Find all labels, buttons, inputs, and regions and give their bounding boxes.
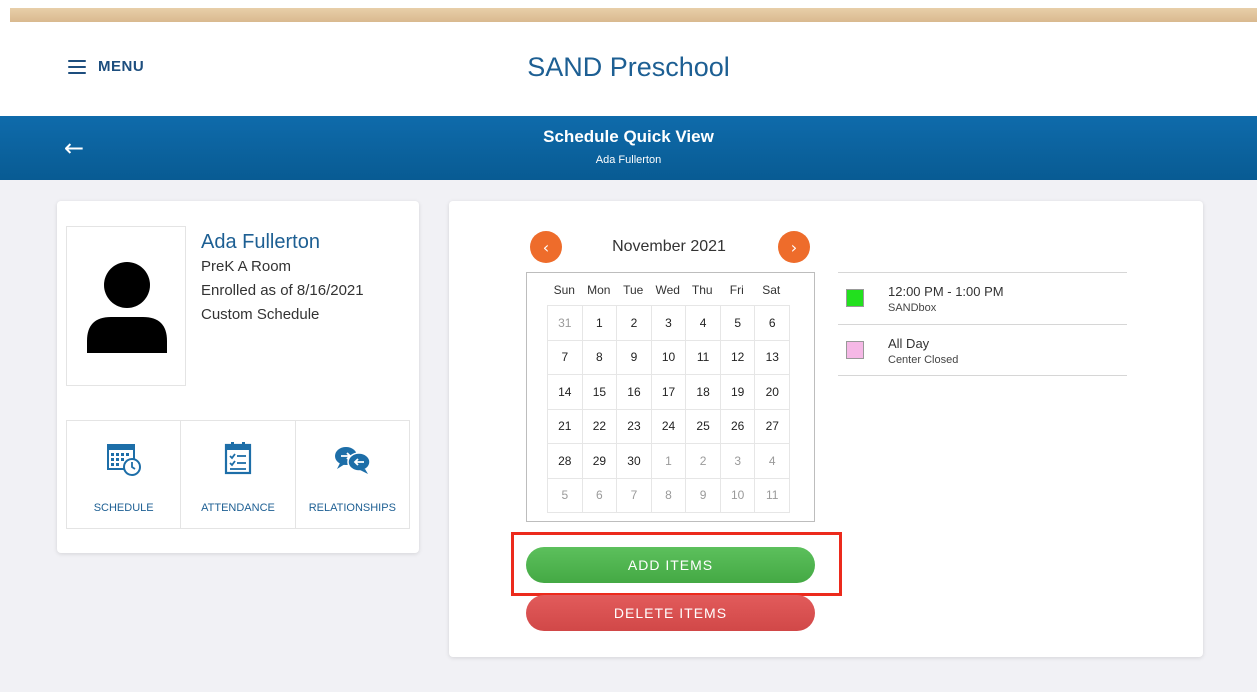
calendar-day[interactable]: 7	[617, 478, 652, 513]
tile-schedule[interactable]: SCHEDULE	[67, 421, 182, 528]
tile-attendance-label: ATTENDANCE	[201, 502, 275, 514]
calendar-day[interactable]: 30	[617, 444, 652, 479]
calendar-day[interactable]: 2	[617, 306, 652, 341]
calendar-day[interactable]: 13	[755, 340, 791, 375]
calendar-day[interactable]: 31	[548, 306, 583, 341]
calendar-day[interactable]: 11	[686, 340, 721, 375]
next-month-button[interactable]: ›	[778, 231, 810, 263]
calendar-day[interactable]: 10	[720, 478, 756, 513]
calendar-day[interactable]: 6	[755, 306, 791, 341]
calendar-day[interactable]: 3	[720, 444, 756, 479]
calendar-week: 7 8 9 10 11 12 13	[548, 340, 791, 375]
weekday-label: Sun	[553, 283, 575, 297]
profile-room: PreK A Room	[201, 258, 292, 275]
calendar-day[interactable]: 1	[651, 444, 687, 479]
calendar-day[interactable]: 20	[755, 375, 791, 410]
legend-time: 12:00 PM - 1:00 PM	[888, 284, 1004, 299]
calendar-day[interactable]: 4	[686, 306, 721, 341]
calendar-grid: 31 1 2 3 4 5 6 7 8 9 10 11 12 13 14 15 16 17 18 19 20 21 22 23 2…	[547, 305, 791, 513]
weekday-label: Fri	[729, 283, 744, 297]
checklist-icon	[224, 442, 252, 475]
calendar-week: 5 6 7 8 9 10 11	[548, 478, 791, 513]
calendar-day[interactable]: 11	[755, 478, 791, 513]
calendar-clock-icon	[106, 444, 141, 476]
legend-time: All Day	[888, 336, 930, 351]
calendar-day[interactable]: 5	[548, 478, 583, 513]
page-subtitle: Ada Fullerton	[595, 154, 662, 166]
calendar-day[interactable]: 22	[582, 409, 618, 444]
calendar-day[interactable]: 16	[617, 375, 652, 410]
legend-swatch	[846, 341, 864, 359]
month-label: November 2021	[612, 238, 726, 255]
prev-month-button[interactable]: ‹	[530, 231, 562, 263]
title-bar: ← Schedule Quick View Ada Fullerton	[0, 116, 1257, 180]
calendar-day[interactable]: 21	[548, 409, 583, 444]
calendar-day[interactable]: 3	[651, 306, 687, 341]
calendar-day[interactable]: 1	[582, 306, 618, 341]
calendar-day[interactable]: 9	[617, 340, 652, 375]
weekday-label: Tue	[623, 283, 644, 297]
brand-title: SAND Preschool	[527, 52, 730, 82]
chevron-left-icon: ‹	[542, 237, 550, 257]
calendar-day[interactable]: 7	[548, 340, 583, 375]
calendar-day[interactable]: 8	[651, 478, 687, 513]
page-title: Schedule Quick View	[543, 127, 714, 146]
browser-top-strip	[0, 0, 1257, 24]
legend-label: Center Closed	[888, 354, 959, 366]
profile-schedule-type: Custom Schedule	[201, 306, 320, 323]
legend-label: SANDbox	[888, 302, 937, 314]
calendar-day[interactable]: 17	[651, 375, 687, 410]
calendar-week: 21 22 23 24 25 26 27	[548, 409, 791, 444]
calendar-day[interactable]: 18	[686, 375, 721, 410]
calendar-day[interactable]: 5	[720, 306, 756, 341]
top-band	[10, 8, 1257, 22]
avatar	[66, 226, 186, 386]
schedule-legend: 12:00 PM - 1:00 PM SANDbox All Day Center C…	[838, 272, 1127, 376]
calendar-day[interactable]: 23	[617, 409, 652, 444]
weekday-label: Wed	[655, 283, 680, 297]
weekday-label: Sat	[762, 283, 781, 297]
person-silhouette-icon	[87, 262, 167, 353]
calendar-week: 28 29 30 1 2 3 4	[548, 444, 791, 479]
profile-enrolled: Enrolled as of 8/16/2021	[201, 282, 364, 299]
calendar-day[interactable]: 14	[548, 375, 583, 410]
legend-item: All Day Center Closed	[838, 324, 1127, 376]
calendar-day[interactable]: 9	[686, 478, 721, 513]
calendar-day[interactable]: 27	[755, 409, 791, 444]
tile-relationships-label: RELATIONSHIPS	[308, 502, 396, 514]
chevron-right-icon: ›	[790, 237, 798, 257]
app-header: MENU SAND Preschool	[0, 24, 1257, 116]
calendar: Sun Mon Tue Wed Thu Fri Sat 31 1 2 3 4 5 6 7 8 9 10 11 12 1…	[526, 272, 815, 522]
weekday-label: Thu	[691, 283, 713, 297]
calendar-day[interactable]: 2	[686, 444, 721, 479]
tile-relationships[interactable]: RELATIONSHIPS	[296, 421, 409, 528]
calendar-weekday-header: Sun Mon Tue Wed Thu Fri Sat	[547, 283, 789, 297]
legend-swatch	[846, 289, 864, 307]
calendar-day[interactable]: 28	[548, 444, 583, 479]
weekday-label: Mon	[587, 283, 611, 297]
chat-bubbles-icon	[335, 447, 372, 474]
calendar-day[interactable]: 26	[720, 409, 756, 444]
calendar-day[interactable]: 10	[651, 340, 687, 375]
profile-card: Ada Fullerton PreK A Room Enrolled as of…	[57, 201, 419, 553]
profile-tiles: SCHEDULE ATTENDANCE RELATIONSHIPS	[66, 420, 410, 529]
profile-name: Ada Fullerton	[201, 231, 320, 253]
legend-item: 12:00 PM - 1:00 PM SANDbox	[838, 272, 1127, 324]
calendar-week: 31 1 2 3 4 5 6	[548, 306, 791, 341]
calendar-day[interactable]: 19	[720, 375, 756, 410]
add-items-button[interactable]: ADD ITEMS	[526, 547, 815, 583]
calendar-day[interactable]: 4	[755, 444, 791, 479]
tile-schedule-label: SCHEDULE	[93, 502, 154, 514]
calendar-day[interactable]: 8	[582, 340, 618, 375]
calendar-day[interactable]: 6	[582, 478, 618, 513]
tile-attendance[interactable]: ATTENDANCE	[181, 421, 296, 528]
calendar-day[interactable]: 24	[651, 409, 687, 444]
delete-items-button[interactable]: DELETE ITEMS	[526, 595, 815, 631]
calendar-day[interactable]: 29	[582, 444, 618, 479]
calendar-day[interactable]: 25	[686, 409, 721, 444]
calendar-day[interactable]: 15	[582, 375, 618, 410]
calendar-week: 14 15 16 17 18 19 20	[548, 375, 791, 410]
calendar-day[interactable]: 12	[720, 340, 756, 375]
